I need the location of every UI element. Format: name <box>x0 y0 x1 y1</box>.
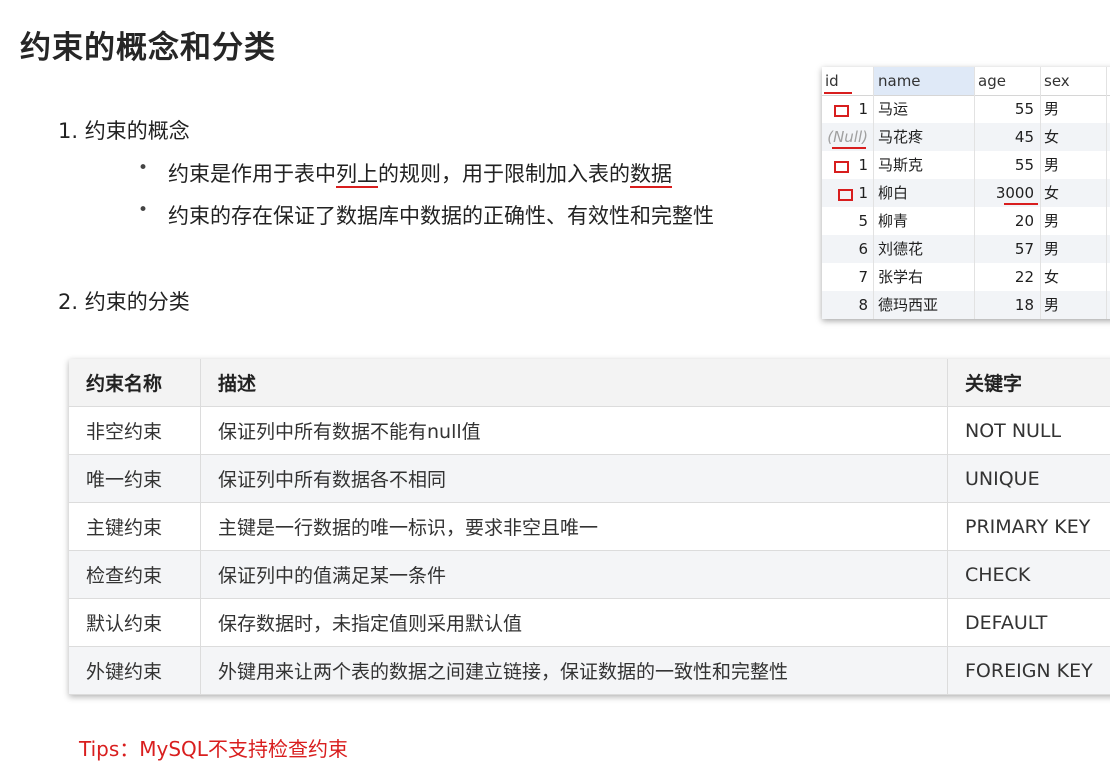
header-constraint-name: 约束名称 <box>69 359 201 407</box>
grid-cell-name: 德玛西亚 <box>878 296 939 314</box>
cell-keyword: DEFAULT <box>947 598 1110 647</box>
annotation-box-id <box>834 161 849 173</box>
cell-constraint-name: 检查约束 <box>69 550 201 599</box>
cell-keyword: FOREIGN KEY <box>947 646 1110 695</box>
grid-cell-name: 马斯克 <box>878 156 924 174</box>
grid-cell-age: 18 <box>1014 296 1034 314</box>
section-classification-heading: 2. 约束的分类 <box>58 290 190 314</box>
cell-constraint-name: 主键约束 <box>69 502 201 551</box>
bullet-definition: 约束是作用于表中列上的规则，用于限制加入表的数据 <box>138 158 672 188</box>
grid-cell-id: 5 <box>858 212 868 230</box>
table-row: 唯一约束 保证列中所有数据各不相同 UNIQUE <box>69 454 1110 503</box>
grid-header-age: age <box>978 72 1006 90</box>
grid-cell-name: 张学右 <box>878 268 924 286</box>
section-concept-heading: 1. 约束的概念 <box>58 119 190 143</box>
cell-constraint-name: 默认约束 <box>69 598 201 647</box>
tips-note: Tips：MySQL不支持检查约束 <box>79 737 348 761</box>
bullet-text: 的规则，用于限制加入表的 <box>378 162 630 186</box>
table-row: 外键约束 外键用来让两个表的数据之间建立链接，保证数据的一致性和完整性 FORE… <box>69 646 1110 695</box>
grid-cell-name: 柳青 <box>878 212 909 230</box>
grid-cell-age: 57 <box>1014 240 1034 258</box>
grid-row: 1 马运 55 男 <box>822 95 1110 123</box>
grid-cell-id: 7 <box>858 268 868 286</box>
grid-cell-sex: 男 <box>1044 240 1060 258</box>
annotation-underline-null <box>832 147 866 149</box>
grid-divider <box>1106 67 1107 319</box>
grid-divider <box>974 67 975 319</box>
annotation-underline-age <box>1004 203 1038 205</box>
grid-cell-sex: 男 <box>1044 296 1060 314</box>
grid-row: 5 柳青 20 男 <box>822 207 1110 235</box>
table-row: 非空约束 保证列中所有数据不能有null值 NOT NULL <box>69 406 1110 455</box>
grid-cell-name: 马运 <box>878 100 909 118</box>
grid-divider <box>873 67 874 319</box>
cell-keyword: PRIMARY KEY <box>947 502 1110 551</box>
bullet-text: 约束是作用于表中 <box>168 162 336 186</box>
grid-cell-sex: 男 <box>1044 100 1060 118</box>
cell-keyword: NOT NULL <box>947 406 1110 455</box>
annotation-underline-id-header <box>824 92 852 94</box>
grid-row: 8 德玛西亚 18 男 <box>822 291 1110 319</box>
header-keyword: 关键字 <box>947 359 1110 407</box>
cell-constraint-name: 非空约束 <box>69 406 201 455</box>
grid-cell-sex: 男 <box>1044 156 1060 174</box>
grid-cell-sex: 女 <box>1044 184 1060 202</box>
grid-cell-id: 8 <box>858 296 868 314</box>
grid-cell-sex: 男 <box>1044 212 1060 230</box>
cell-description: 保证列中的值满足某一条件 <box>200 550 948 599</box>
grid-cell-sex: 女 <box>1044 268 1060 286</box>
header-description: 描述 <box>200 359 948 407</box>
cell-keyword: UNIQUE <box>947 454 1110 503</box>
grid-row: 6 刘德花 57 男 <box>822 235 1110 263</box>
table-row: 默认约束 保存数据时，未指定值则采用默认值 DEFAULT <box>69 598 1110 647</box>
page-title: 约束的概念和分类 <box>20 30 276 66</box>
grid-row: 7 张学右 22 女 <box>822 263 1110 291</box>
constraints-table: 约束名称 描述 关键字 非空约束 保证列中所有数据不能有null值 NOT NU… <box>69 359 1110 695</box>
table-header-row: 约束名称 描述 关键字 <box>69 359 1110 407</box>
cell-keyword: CHECK <box>947 550 1110 599</box>
grid-header-row: id name age sex <box>822 67 1110 96</box>
cell-description: 保证列中所有数据各不相同 <box>200 454 948 503</box>
sample-data-grid: id name age sex 1 马运 55 男 (Null) 马花疼 45 … <box>822 67 1110 319</box>
bullet-purpose: 约束的存在保证了数据库中数据的正确性、有效性和完整性 <box>138 200 714 230</box>
grid-cell-name: 马花疼 <box>878 128 924 146</box>
annotation-box-id <box>834 105 849 117</box>
grid-header-sex: sex <box>1044 72 1070 90</box>
grid-row: 1 马斯克 55 男 <box>822 151 1110 179</box>
cell-constraint-name: 外键约束 <box>69 646 201 695</box>
grid-cell-name: 柳白 <box>878 184 909 202</box>
grid-divider <box>1040 67 1041 319</box>
table-row: 检查约束 保证列中的值满足某一条件 CHECK <box>69 550 1110 599</box>
grid-header-name: name <box>874 67 974 95</box>
cell-description: 主键是一行数据的唯一标识，要求非空且唯一 <box>200 502 948 551</box>
cell-description: 保证列中所有数据不能有null值 <box>200 406 948 455</box>
cell-description: 保存数据时，未指定值则采用默认值 <box>200 598 948 647</box>
underlined-column-text: 列上 <box>336 162 378 186</box>
cell-constraint-name: 唯一约束 <box>69 454 201 503</box>
grid-header-id: id <box>825 72 839 90</box>
grid-cell-age: 20 <box>1014 212 1034 230</box>
underlined-data-text: 数据 <box>630 162 672 186</box>
grid-cell-age: 55 <box>1014 100 1034 118</box>
grid-cell-age: 22 <box>1014 268 1034 286</box>
annotation-box-id <box>838 189 853 201</box>
cell-description: 外键用来让两个表的数据之间建立链接，保证数据的一致性和完整性 <box>200 646 948 695</box>
table-row: 主键约束 主键是一行数据的唯一标识，要求非空且唯一 PRIMARY KEY <box>69 502 1110 551</box>
grid-cell-age: 45 <box>1014 128 1034 146</box>
grid-cell-age: 55 <box>1014 156 1034 174</box>
grid-cell-id: 6 <box>858 240 868 258</box>
grid-cell-sex: 女 <box>1044 128 1060 146</box>
grid-cell-name: 刘德花 <box>878 240 924 258</box>
grid-row: 1 柳白 3000 女 <box>822 179 1110 207</box>
